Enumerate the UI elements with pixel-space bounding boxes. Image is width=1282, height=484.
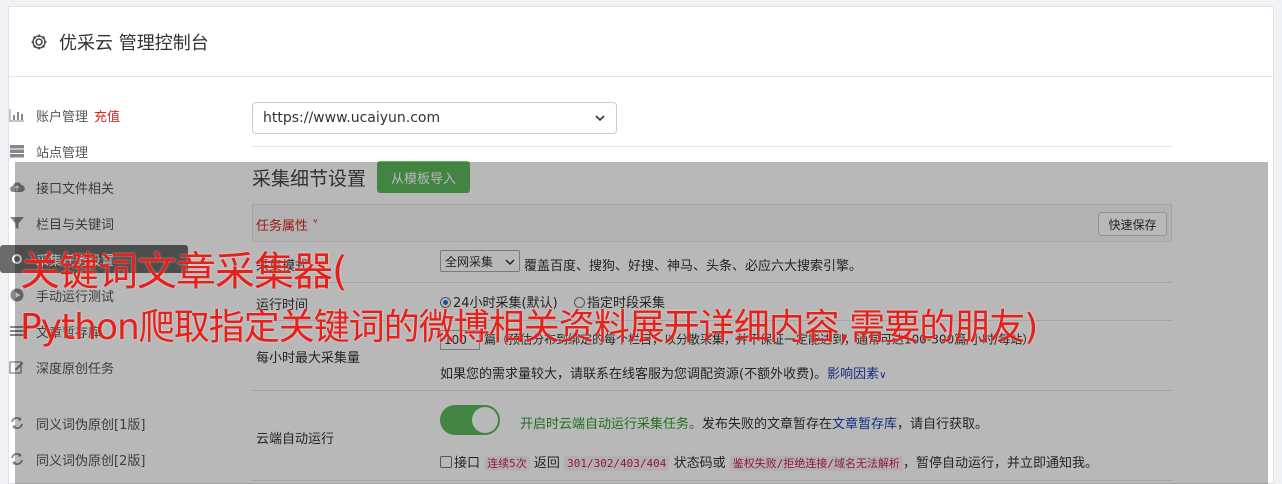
chevron-down-icon	[595, 115, 605, 122]
gear-icon	[31, 34, 47, 49]
page-title: 优采云 管理控制台	[59, 32, 209, 54]
recharge-link[interactable]: 充值	[94, 106, 120, 125]
sidebar-item-account[interactable]: 账户管理 充值	[8, 101, 188, 129]
sidebar-item-label: 账户管理	[36, 109, 89, 125]
sidebar-item-sites[interactable]: 站点管理	[8, 137, 188, 165]
site-select[interactable]: https://www.ucaiyun.com	[252, 102, 617, 134]
banner-line-1: 关键词文章采集器(	[20, 249, 348, 295]
bar-chart-icon	[8, 107, 26, 123]
site-select-value: https://www.ucaiyun.com	[263, 110, 441, 126]
banner-line-2: Python爬取指定关键词的微博相关资料展开详细内容,需要的朋友)	[20, 307, 1038, 348]
server-icon	[8, 143, 26, 159]
divider	[252, 146, 1172, 147]
sidebar-item-label: 站点管理	[36, 145, 89, 161]
panel-header: 优采云 管理控制台	[9, 7, 1273, 77]
